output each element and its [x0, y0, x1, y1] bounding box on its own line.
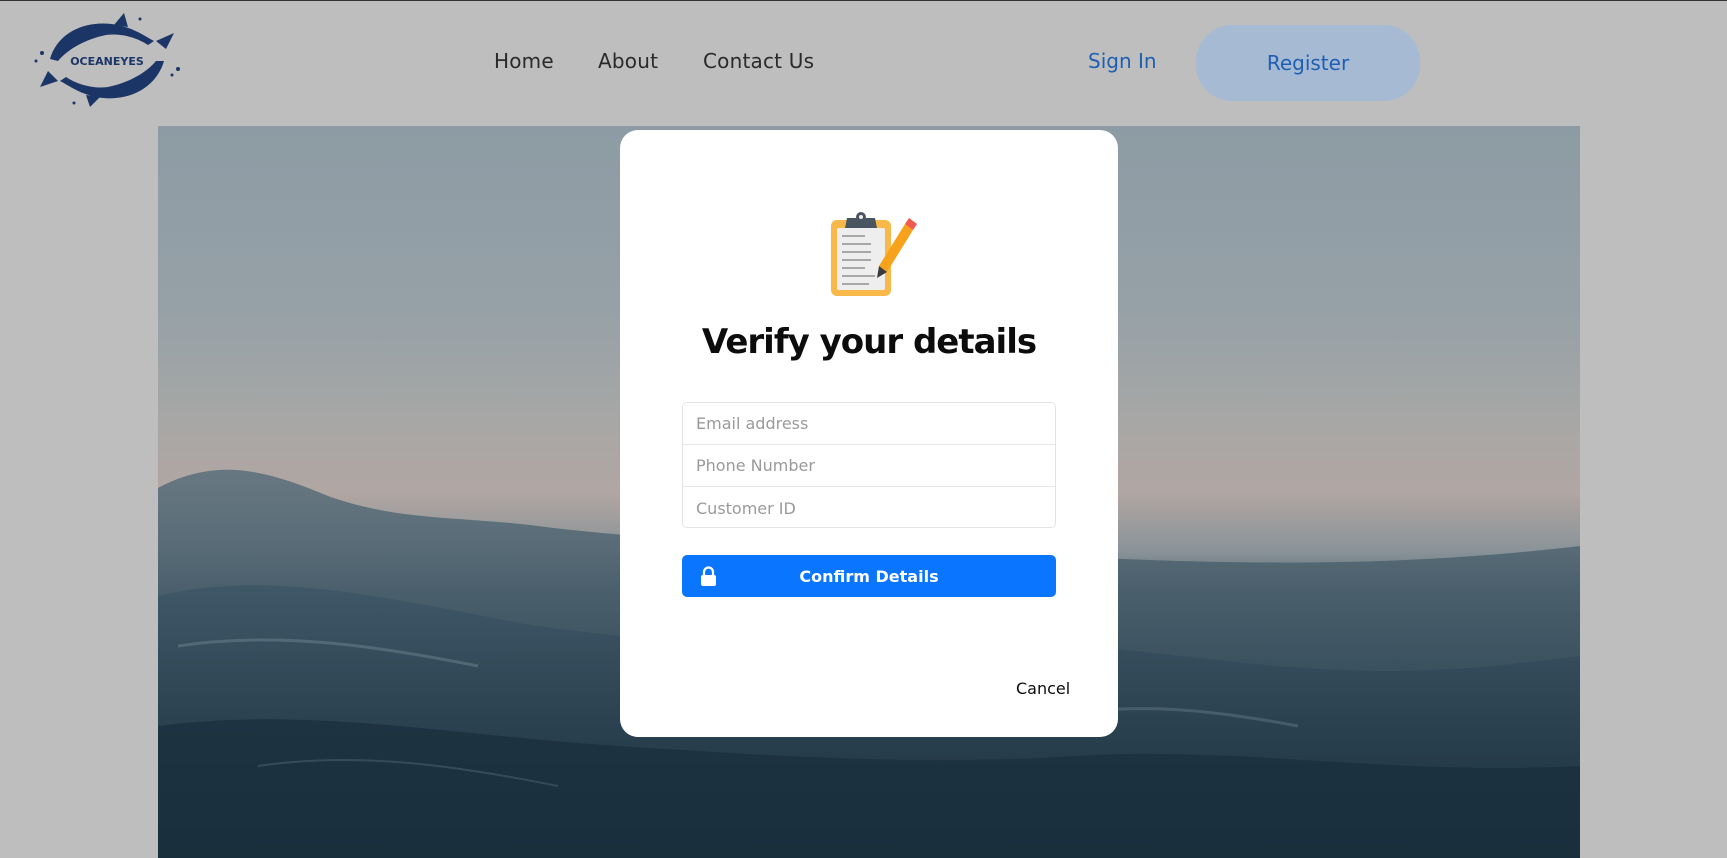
phone-number-field[interactable] — [683, 445, 1055, 487]
nav-contact-us[interactable]: Contact Us — [703, 49, 814, 73]
nav-home[interactable]: Home — [494, 49, 554, 73]
nav-about[interactable]: About — [598, 49, 658, 73]
details-form — [682, 402, 1056, 528]
verify-details-modal: Verify your details Confirm Details Canc… — [620, 130, 1118, 737]
cancel-button[interactable]: Cancel — [1016, 679, 1070, 698]
email-field[interactable] — [683, 403, 1055, 445]
clipboard-pencil-icon — [825, 208, 919, 302]
register-button[interactable]: Register — [1196, 25, 1420, 101]
confirm-details-button[interactable]: Confirm Details — [682, 555, 1056, 597]
main-nav: Home About Contact Us — [0, 49, 1727, 79]
lock-icon — [700, 566, 717, 586]
register-label: Register — [1266, 51, 1350, 75]
sign-in-link[interactable]: Sign In — [1088, 49, 1157, 73]
customer-id-field[interactable] — [683, 487, 1055, 527]
modal-title: Verify your details — [701, 322, 1037, 362]
confirm-details-label: Confirm Details — [799, 566, 939, 586]
